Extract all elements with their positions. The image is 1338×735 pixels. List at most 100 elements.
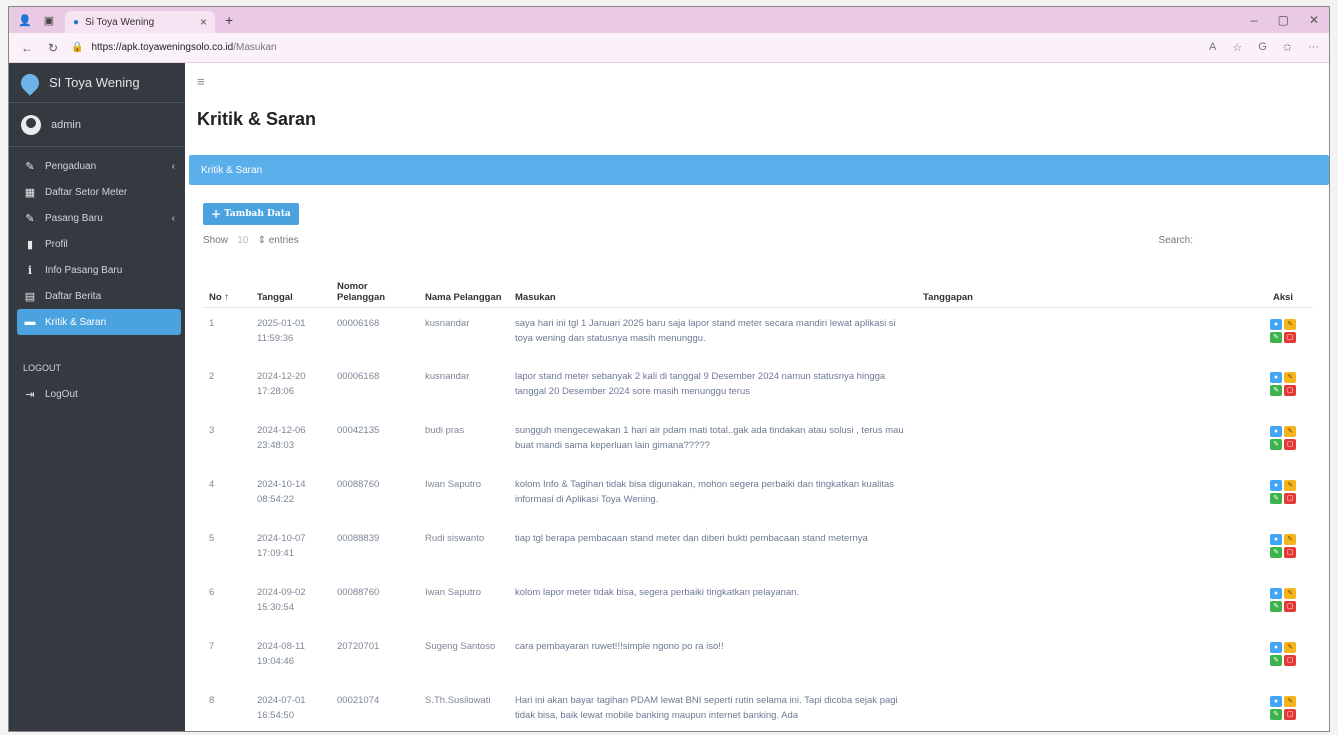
cell-aksi: ● ✎ ✎ ▢	[1253, 469, 1313, 523]
sidebar-item-kritik-saran[interactable]: ▬ Kritik & Saran	[17, 309, 181, 335]
new-tab-button[interactable]: +	[225, 12, 233, 28]
tab-close-icon[interactable]: ×	[200, 15, 207, 29]
entries-select[interactable]: 10	[231, 235, 255, 246]
view-button[interactable]: ●	[1270, 534, 1282, 545]
sidebar-item-daftar-setor-meter[interactable]: ▦ Daftar Setor Meter	[9, 179, 185, 205]
edit-button[interactable]: ✎	[1284, 318, 1296, 330]
delete-button[interactable]: ▢	[1284, 655, 1296, 666]
cell-nomor-pelanggan: 00088760	[337, 479, 380, 490]
minimize-icon[interactable]: –	[1251, 13, 1258, 27]
row-actions: ● ✎ ✎ ▢	[1270, 318, 1296, 343]
row-actions: ● ✎ ✎ ▢	[1270, 480, 1296, 504]
view-button[interactable]: ●	[1270, 642, 1282, 653]
edit-button[interactable]: ✎	[1284, 426, 1296, 437]
view-button[interactable]: ●	[1270, 372, 1282, 383]
view-button[interactable]: ●	[1270, 480, 1282, 491]
respond-button[interactable]: ✎	[1270, 331, 1282, 343]
refresh-alt-icon[interactable]: G	[1258, 41, 1267, 54]
respond-button[interactable]: ✎	[1270, 385, 1282, 396]
browser-tab[interactable]: ● Si Toya Wening ×	[65, 11, 215, 33]
cell-no: 1	[209, 317, 215, 329]
col-tanggal[interactable]: Tanggal	[251, 263, 331, 308]
cell-tanggal: 2024-07-01 16:54:50	[257, 695, 306, 721]
col-nomor-pelanggan[interactable]: Nomor Pelanggan	[331, 263, 419, 308]
tab-actions-icon[interactable]: ▣	[41, 12, 57, 28]
delete-button[interactable]: ▢	[1284, 439, 1296, 450]
cell-no: 3	[209, 425, 215, 436]
edit-button[interactable]: ✎	[1284, 588, 1296, 599]
view-button[interactable]: ●	[1270, 696, 1282, 707]
respond-button[interactable]: ✎	[1270, 709, 1282, 720]
respond-button[interactable]: ✎	[1270, 655, 1282, 666]
cell-no: 5	[209, 533, 215, 544]
delete-button[interactable]: ▢	[1284, 493, 1296, 504]
sidebar-item-info-pasang-baru[interactable]: i Info Pasang Baru	[9, 257, 185, 283]
edit-button[interactable]: ✎	[1284, 642, 1296, 653]
respond-button[interactable]: ✎	[1270, 547, 1282, 558]
cell-aksi: ● ✎ ✎ ▢	[1253, 631, 1313, 685]
table-row: 6 2024-09-02 15:30:54 00088760 Iwan Saputro…	[203, 577, 1313, 631]
edit-button[interactable]: ✎	[1284, 696, 1296, 707]
cell-nama-pelanggan: budi pras	[425, 425, 465, 436]
close-window-icon[interactable]: ✕	[1309, 13, 1319, 27]
sidebar-item-pengaduan[interactable]: ✎ Pengaduan ‹	[9, 153, 185, 179]
favorites-icon[interactable]: ✩	[1283, 41, 1292, 54]
sort-asc-icon: ↑	[224, 291, 230, 303]
delete-button[interactable]: ▢	[1284, 385, 1296, 396]
sidebar-item-profil[interactable]: ▮ Profil	[9, 231, 185, 257]
add-data-label: Tambah Data	[224, 209, 291, 219]
read-aloud-icon[interactable]: A	[1209, 41, 1216, 54]
col-no[interactable]: No ↑	[203, 263, 251, 308]
building-icon: ▮	[26, 238, 34, 251]
trash-icon: ▢	[1286, 603, 1294, 610]
check-square-icon: ✎	[1273, 549, 1279, 556]
respond-button[interactable]: ✎	[1270, 439, 1282, 450]
trash-icon: ▢	[1286, 711, 1294, 718]
trash-icon: ▢	[1286, 441, 1294, 448]
row-actions: ● ✎ ✎ ▢	[1270, 588, 1296, 612]
url-field[interactable]: 🔒 https://apk.toyaweningsolo.co.id/Masuk…	[71, 38, 1209, 58]
main-content: ≡ Kritik & Saran Kritik & Saran + Tambah…	[185, 63, 1329, 731]
maximize-icon[interactable]: ▢	[1278, 13, 1289, 27]
view-button[interactable]: ●	[1270, 318, 1282, 330]
avatar	[21, 114, 41, 135]
respond-button[interactable]: ✎	[1270, 601, 1282, 612]
edit-button[interactable]: ✎	[1284, 534, 1296, 545]
sidebar-item-daftar-berita[interactable]: ▤ Daftar Berita	[9, 283, 185, 309]
col-nama-pelanggan[interactable]: Nama Pelanggan	[419, 263, 509, 308]
check-square-icon: ✎	[1273, 441, 1279, 448]
chevron-left-icon: ‹	[171, 212, 175, 224]
reload-icon[interactable]: ↻	[45, 41, 61, 55]
delete-button[interactable]: ▢	[1284, 601, 1296, 612]
url-path: /Masukan	[233, 42, 277, 53]
cell-tanggal: 2024-10-07 17:09:41	[257, 533, 306, 559]
add-data-button[interactable]: + Tambah Data	[203, 203, 299, 225]
view-button[interactable]: ●	[1270, 588, 1282, 599]
respond-button[interactable]: ✎	[1270, 493, 1282, 504]
brand[interactable]: SI Toya Wening	[9, 63, 185, 103]
card-body: + Tambah Data Show 10 ⇕ entries Search:	[185, 185, 1329, 731]
col-tanggapan[interactable]: Tanggapan	[917, 263, 1253, 308]
row-actions: ● ✎ ✎ ▢	[1270, 642, 1296, 666]
hamburger-menu-icon[interactable]: ≡	[197, 74, 205, 89]
row-actions: ● ✎ ✎ ▢	[1270, 696, 1296, 720]
trash-icon: ▢	[1286, 549, 1294, 556]
delete-button[interactable]: ▢	[1284, 331, 1296, 343]
edit-button[interactable]: ✎	[1284, 480, 1296, 491]
col-masukan[interactable]: Masukan	[509, 263, 917, 308]
cell-nomor-pelanggan: 00006168	[337, 371, 380, 382]
delete-button[interactable]: ▢	[1284, 547, 1296, 558]
sidebar-item-logout[interactable]: ⇥ LogOut	[9, 381, 185, 407]
back-icon[interactable]: ←	[19, 41, 35, 55]
user-panel[interactable]: admin	[9, 103, 185, 147]
favorite-star-icon[interactable]: ☆	[1232, 41, 1242, 54]
sidebar-item-pasang-baru[interactable]: ✎ Pasang Baru ‹	[9, 205, 185, 231]
table-tools: Show 10 ⇕ entries Search:	[203, 235, 1313, 255]
delete-button[interactable]: ▢	[1284, 709, 1296, 720]
edit-button[interactable]: ✎	[1284, 372, 1296, 383]
more-icon[interactable]: ···	[1308, 41, 1319, 54]
profile-icon[interactable]: 👤	[17, 12, 33, 28]
brand-name: SI Toya Wening	[49, 75, 140, 90]
length-control: Show 10 ⇕ entries	[203, 235, 299, 255]
view-button[interactable]: ●	[1270, 426, 1282, 437]
